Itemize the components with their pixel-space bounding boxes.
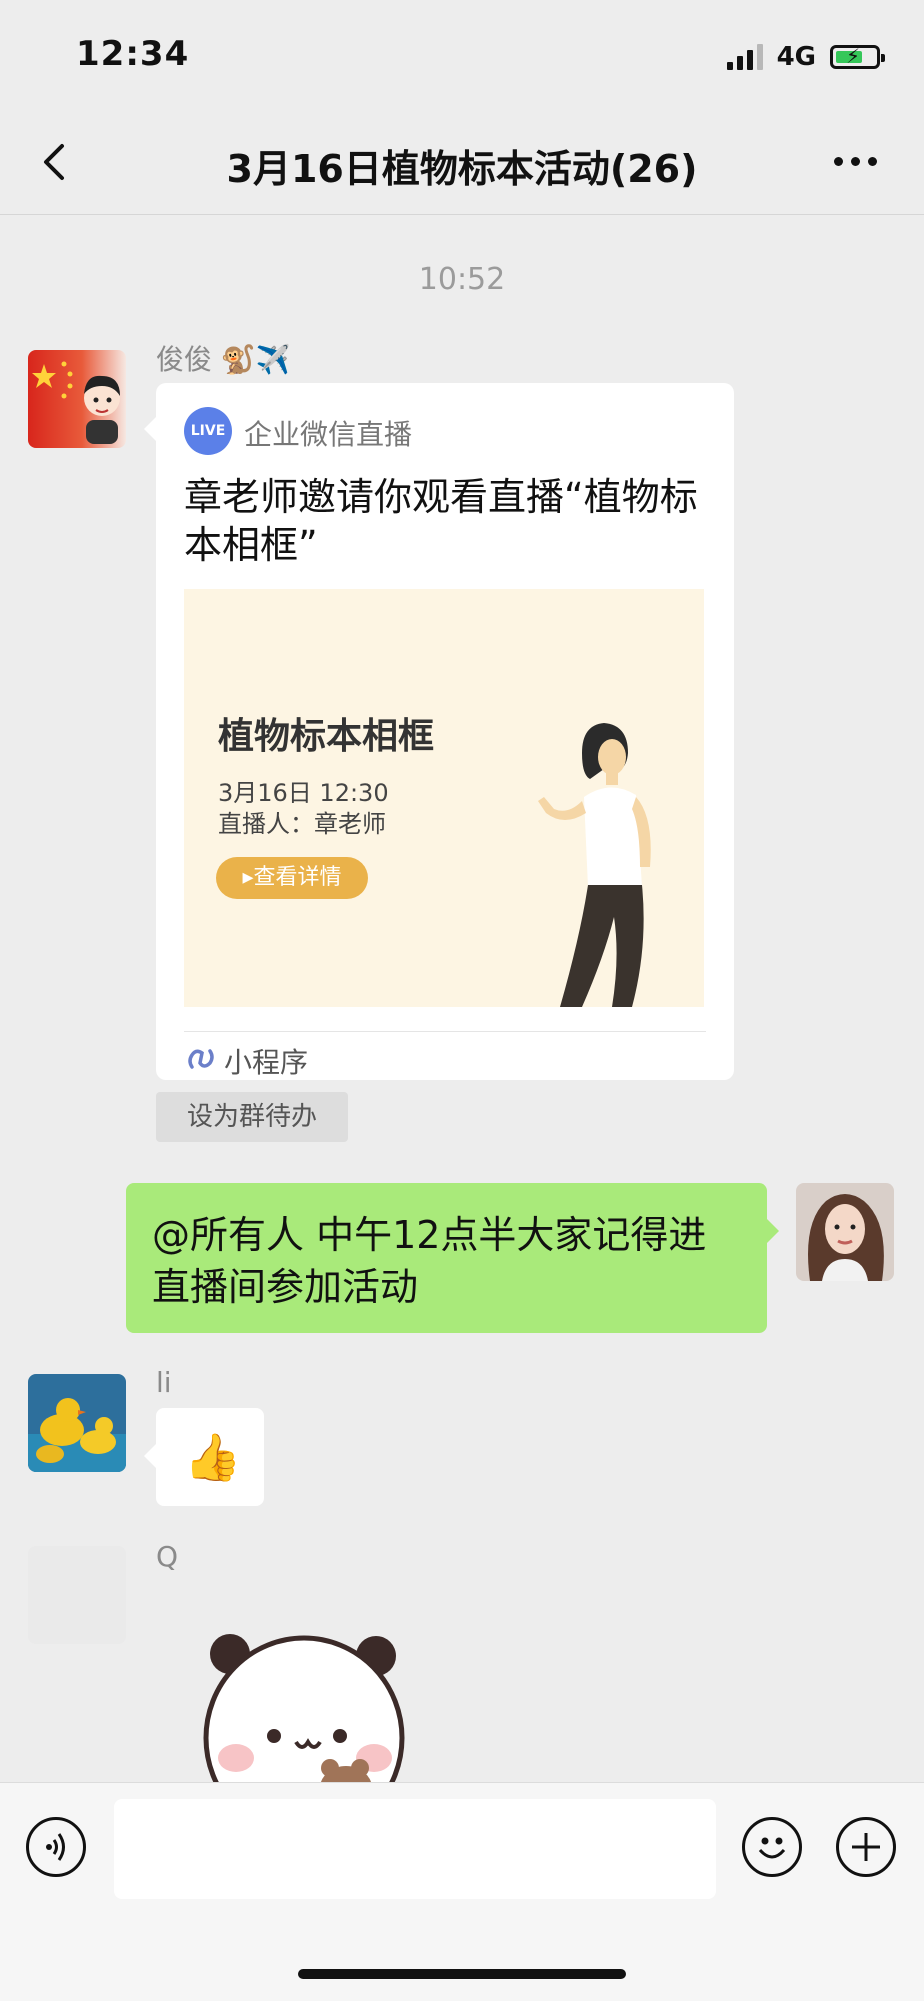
my-avatar[interactable] [796,1183,894,1281]
emoji-icon[interactable] [742,1817,802,1877]
home-indicator [298,1969,626,1979]
status-indicators: 4G ⚡ [726,42,885,72]
message-input[interactable] [114,1799,716,1899]
sender-name: li [156,1366,172,1399]
plus-icon[interactable] [836,1817,896,1877]
avatar[interactable] [28,1546,126,1644]
status-time: 12:34 [76,34,190,74]
page-title: 3月16日植物标本活动(26) [226,147,698,191]
preview-date: 3月16日 12:30 [218,779,389,807]
thumbs-up-message[interactable]: 👍 [144,1408,264,1506]
my-message-bubble[interactable]: @所有人 中午12点半大家记得进直播间参加活动 [126,1183,779,1333]
voice-icon[interactable] [26,1817,86,1877]
card-source: 企业微信直播 [244,418,413,451]
status-bar: 12:34 4G ⚡ [0,0,924,110]
live-stream-card[interactable]: LIVE 企业微信直播 章老师邀请你观看直播“植物标本相框” 植物标本相框 3月… [144,383,734,1080]
card-divider [184,1031,706,1032]
card-preview-image: 植物标本相框 3月16日 12:30 直播人：章老师 ▸查看详情 [184,589,704,1007]
message-timestamp: 10:52 [418,262,506,297]
preview-title: 植物标本相框 [218,716,435,757]
sender-name: Q [156,1540,179,1573]
more-dots-icon[interactable] [834,146,884,176]
set-group-todo-button[interactable]: 设为群待办 [156,1092,348,1142]
live-logo-icon: LIVE [184,407,232,455]
avatar[interactable] [28,350,126,448]
woman-illustration [538,723,651,1007]
view-details-button[interactable]: ▸查看详情 [216,857,368,899]
sender-name: 俊俊 🐒✈️ [156,343,291,376]
chevron-left-icon[interactable] [34,140,78,184]
preview-host: 直播人：章老师 [218,810,386,838]
nav-bar: 3月16日植物标本活动(26) [0,110,924,215]
card-title: 章老师邀请你观看直播“植物标本相框” [184,475,698,567]
network-type: 4G [776,42,816,72]
mini-program-label: 小程序 [224,1046,309,1079]
signal-icon [726,44,763,70]
panda-sticker[interactable] [200,1628,420,1782]
battery-icon: ⚡ [830,44,885,69]
avatar[interactable] [28,1374,126,1472]
mini-program-icon [184,1041,218,1075]
chat-input-bar [0,1782,924,2001]
thumbs-up-icon: 👍 [184,1430,242,1484]
